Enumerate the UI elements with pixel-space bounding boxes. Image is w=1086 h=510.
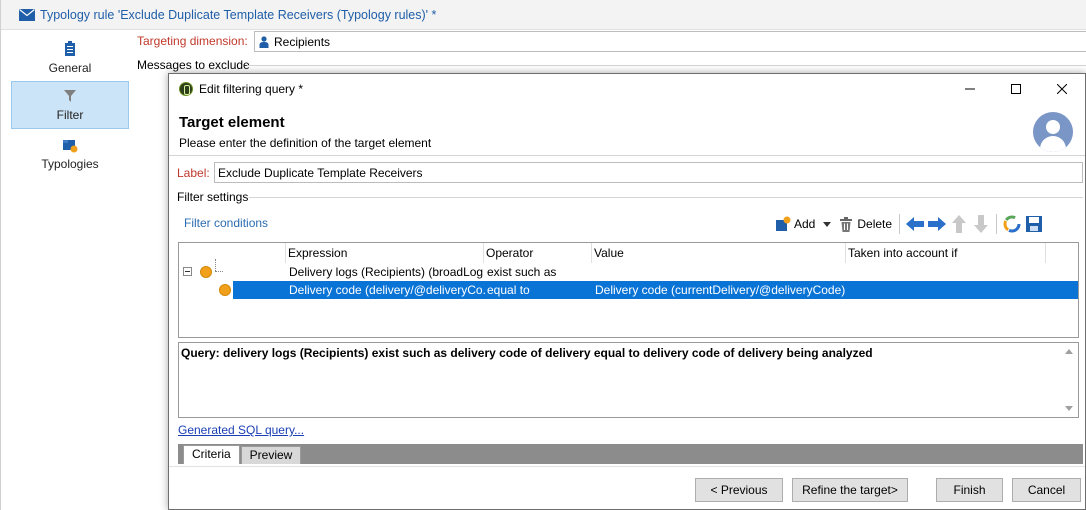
sidebar-item-typologies[interactable]: Typologies bbox=[11, 130, 129, 178]
add-condition-icon bbox=[774, 213, 792, 235]
arrow-right-icon bbox=[928, 217, 947, 231]
sidebar-item-filter[interactable]: Filter bbox=[11, 81, 129, 129]
row-value: Delivery code (currentDelivery/@delivery… bbox=[595, 283, 845, 297]
close-icon bbox=[1057, 84, 1067, 94]
column-header-taken-into-account[interactable]: Taken into account if bbox=[845, 243, 1045, 263]
targeting-dimension-field[interactable]: Recipients bbox=[254, 31, 1086, 52]
envelope-icon bbox=[19, 8, 35, 21]
sidebar-item-general[interactable]: General bbox=[11, 34, 129, 82]
avatar-icon bbox=[1033, 112, 1073, 152]
arrow-up-icon bbox=[952, 215, 967, 233]
move-down-button[interactable] bbox=[970, 213, 992, 235]
row-expression: Delivery logs (Recipients) (broadLog) bbox=[289, 265, 483, 279]
sidebar-item-label: Filter bbox=[56, 108, 84, 122]
column-header-extra bbox=[1045, 243, 1078, 263]
header-subtitle: Please enter the definition of the targe… bbox=[179, 136, 432, 150]
arrow-down-icon bbox=[974, 215, 989, 233]
divider bbox=[249, 197, 1083, 198]
targeting-dimension-label: Targeting dimension: bbox=[137, 34, 248, 48]
move-right-button[interactable] bbox=[926, 213, 948, 235]
delete-button[interactable]: Delete bbox=[834, 213, 895, 235]
tree-connector bbox=[215, 271, 223, 272]
tab-preview[interactable]: Preview bbox=[240, 446, 302, 464]
header-title: Target element bbox=[179, 114, 285, 131]
funnel-icon bbox=[62, 88, 78, 104]
grid-header: Expression Operator Value Taken into acc… bbox=[179, 243, 1078, 263]
background-titlebar: Typology rule 'Exclude Duplicate Templat… bbox=[1, 0, 1086, 30]
label-caption: Label: bbox=[177, 166, 210, 180]
chevron-down-icon bbox=[823, 221, 832, 227]
tab-criteria[interactable]: Criteria bbox=[183, 445, 240, 464]
query-description-box[interactable]: Query: delivery logs (Recipients) exist … bbox=[178, 342, 1079, 418]
tree-connector bbox=[215, 259, 216, 271]
column-header-operator[interactable]: Operator bbox=[483, 243, 591, 263]
save-button[interactable] bbox=[1023, 213, 1045, 235]
cancel-button[interactable]: Cancel bbox=[1012, 478, 1081, 502]
filter-settings-label: Filter settings bbox=[177, 190, 249, 204]
collapse-toggle-icon[interactable] bbox=[183, 267, 192, 276]
targeting-dimension-value: Recipients bbox=[274, 34, 331, 49]
delete-label: Delete bbox=[857, 217, 893, 231]
conditions-grid: Expression Operator Value Taken into acc… bbox=[178, 242, 1079, 338]
save-icon bbox=[1026, 216, 1043, 232]
generated-sql-link[interactable]: Generated SQL query... bbox=[178, 423, 304, 437]
finish-button[interactable]: Finish bbox=[936, 478, 1003, 502]
row-value bbox=[595, 263, 845, 281]
close-button[interactable] bbox=[1039, 74, 1085, 104]
minimize-icon bbox=[965, 88, 975, 90]
sidebar-item-label: General bbox=[48, 61, 92, 75]
pie-chart-icon bbox=[1003, 215, 1021, 233]
table-row[interactable]: Delivery code (delivery/@deliveryCo... e… bbox=[179, 281, 1078, 299]
person-icon bbox=[259, 35, 269, 48]
condition-dot-icon bbox=[200, 266, 212, 278]
move-up-button[interactable] bbox=[948, 213, 970, 235]
maximize-icon bbox=[1011, 84, 1021, 94]
column-header-expression[interactable]: Expression bbox=[285, 243, 483, 263]
conditions-toolbar: Add Delete bbox=[771, 212, 1045, 236]
app-icon bbox=[179, 82, 193, 96]
move-left-button[interactable] bbox=[904, 213, 926, 235]
dialog-header: Target element Please enter the definiti… bbox=[169, 104, 1085, 156]
distribution-button[interactable] bbox=[1001, 213, 1023, 235]
dialog-titlebar: Edit filtering query * bbox=[169, 74, 1085, 104]
label-input[interactable] bbox=[214, 162, 1083, 183]
add-button[interactable]: Add bbox=[771, 213, 834, 235]
edit-filtering-query-dialog: Edit filtering query * Target element Pl… bbox=[168, 73, 1086, 510]
add-label: Add bbox=[794, 217, 816, 231]
minimize-button[interactable] bbox=[947, 74, 993, 104]
divider bbox=[247, 65, 1086, 66]
previous-button[interactable]: < Previous bbox=[695, 478, 783, 502]
dialog-title: Edit filtering query * bbox=[199, 82, 304, 96]
row-expression: Delivery code (delivery/@deliveryCo... bbox=[289, 283, 485, 297]
row-operator: exist such as bbox=[487, 265, 557, 279]
scroll-up-icon[interactable] bbox=[1065, 349, 1073, 354]
messages-to-exclude-label: Messages to exclude bbox=[137, 58, 250, 72]
vertical-scrollbar[interactable] bbox=[1061, 343, 1078, 417]
tab-bar: Criteria Preview bbox=[178, 444, 1083, 464]
toolbar-separator bbox=[899, 214, 901, 234]
sidebar-item-label: Typologies bbox=[41, 157, 99, 171]
document-icon bbox=[62, 41, 78, 57]
toolbar-separator bbox=[996, 214, 998, 234]
maximize-button[interactable] bbox=[993, 74, 1039, 104]
typology-icon bbox=[62, 137, 78, 153]
window-title: Typology rule 'Exclude Duplicate Templat… bbox=[40, 7, 437, 22]
query-text: Query: delivery logs (Recipients) exist … bbox=[181, 346, 873, 360]
scroll-down-icon[interactable] bbox=[1065, 406, 1073, 411]
table-row[interactable]: Delivery logs (Recipients) (broadLog) ex… bbox=[179, 263, 1078, 281]
row-operator: equal to bbox=[487, 283, 530, 297]
arrow-left-icon bbox=[906, 217, 925, 231]
filter-conditions-label: Filter conditions bbox=[184, 216, 269, 230]
sidebar: General Filter Typologies bbox=[1, 30, 135, 510]
divider bbox=[169, 466, 1085, 467]
trash-icon bbox=[837, 213, 855, 235]
refine-target-button[interactable]: Refine the target> bbox=[792, 478, 908, 502]
condition-dot-icon bbox=[219, 284, 231, 296]
column-header-value[interactable]: Value bbox=[591, 243, 845, 263]
